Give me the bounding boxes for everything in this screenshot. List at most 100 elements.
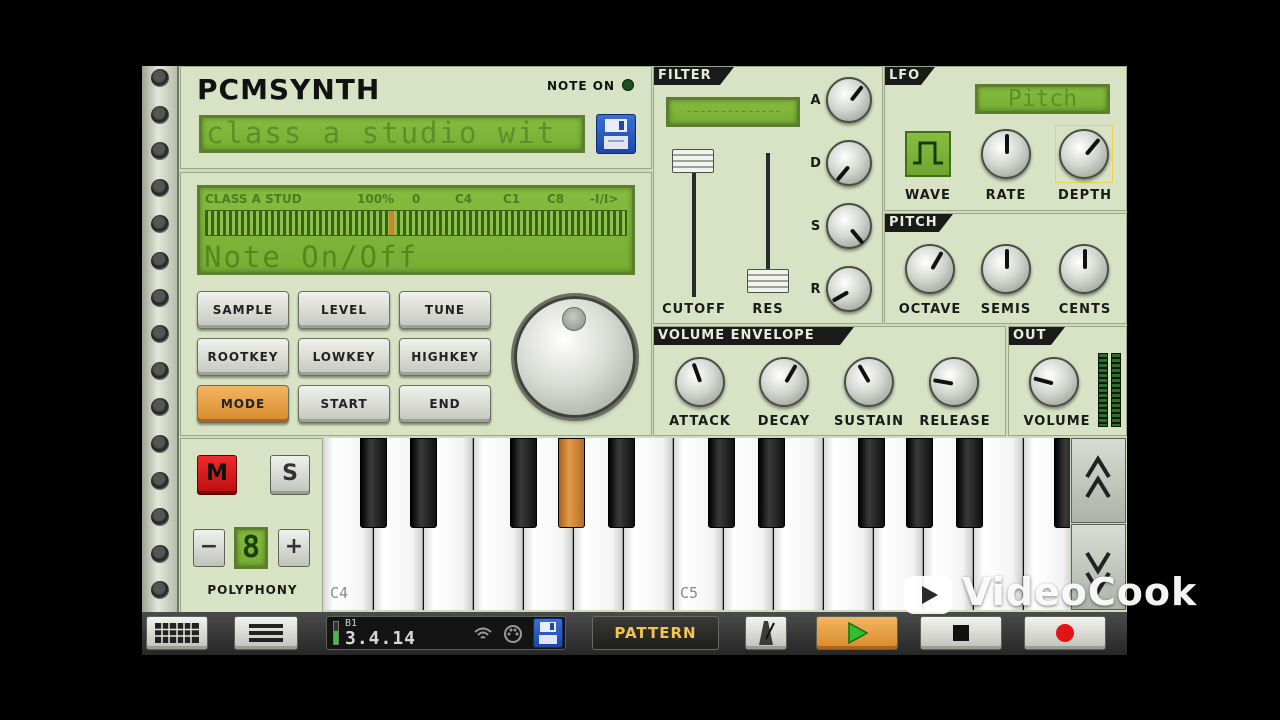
rail-rivet bbox=[151, 361, 169, 380]
minus-icon: − bbox=[199, 534, 219, 559]
black-key[interactable] bbox=[708, 438, 735, 528]
lfo-target-display[interactable]: Pitch bbox=[975, 84, 1110, 114]
floppy-disk-icon bbox=[539, 622, 557, 644]
rail-rivet bbox=[151, 435, 169, 453]
solo-label: S bbox=[282, 461, 298, 486]
filter-title: FILTER bbox=[654, 67, 734, 85]
black-key[interactable] bbox=[360, 438, 387, 528]
display-rootkey: C4 bbox=[455, 192, 473, 206]
filter-sustain-knob[interactable] bbox=[826, 203, 872, 249]
rail-rivet bbox=[151, 288, 169, 307]
rail-rivet bbox=[151, 252, 169, 270]
cents-knob[interactable] bbox=[1059, 244, 1109, 294]
filter-display-value: -------------- bbox=[685, 104, 782, 119]
mode-button[interactable]: MODE bbox=[197, 385, 289, 423]
sustain-knob[interactable] bbox=[844, 357, 894, 407]
metronome-icon bbox=[759, 621, 775, 645]
rootkey-button[interactable]: ROOTKEY bbox=[197, 338, 289, 376]
black-key[interactable] bbox=[858, 438, 885, 528]
release-knob[interactable] bbox=[929, 357, 979, 407]
volume-knob[interactable] bbox=[1029, 357, 1079, 407]
decay-label: DECAY bbox=[757, 414, 811, 429]
end-button[interactable]: END bbox=[399, 385, 491, 423]
lfo-rate-knob[interactable] bbox=[981, 129, 1031, 179]
mini-keyboard-strip[interactable] bbox=[205, 210, 627, 236]
main-menu-button[interactable] bbox=[234, 616, 298, 650]
floppy-disk-icon bbox=[604, 119, 628, 149]
plus-icon: + bbox=[284, 534, 304, 559]
play-icon bbox=[848, 621, 869, 645]
attack-label: ATTACK bbox=[669, 414, 731, 429]
polyphony-label: POLYPHONY bbox=[207, 583, 298, 597]
black-key[interactable] bbox=[410, 438, 437, 528]
app-logo: PCMSYNTH bbox=[197, 73, 381, 106]
out-title: OUT bbox=[1009, 327, 1065, 345]
black-key[interactable] bbox=[906, 438, 933, 528]
res-slider-handle[interactable] bbox=[747, 269, 789, 293]
tune-button[interactable]: TUNE bbox=[399, 291, 491, 329]
save-song-button[interactable] bbox=[533, 618, 563, 648]
rail-rivet bbox=[151, 325, 169, 344]
rail-rivet bbox=[151, 69, 169, 87]
stop-button[interactable] bbox=[920, 616, 1002, 650]
rail-rivet bbox=[151, 544, 169, 563]
lfo-wave-button[interactable] bbox=[905, 131, 951, 177]
mini-keyboard-marker bbox=[389, 211, 394, 235]
sample-button[interactable]: SAMPLE bbox=[197, 291, 289, 329]
black-key[interactable] bbox=[510, 438, 537, 528]
mute-button[interactable]: M bbox=[197, 455, 237, 495]
black-key[interactable] bbox=[608, 438, 635, 528]
lowkey-button[interactable]: LOWKEY bbox=[298, 338, 390, 376]
battery-icon bbox=[333, 621, 339, 645]
grid-icon bbox=[155, 623, 199, 643]
pitch-title: PITCH bbox=[885, 214, 953, 232]
record-button[interactable] bbox=[1024, 616, 1106, 650]
start-button[interactable]: START bbox=[298, 385, 390, 423]
data-entry-dial[interactable] bbox=[514, 296, 636, 418]
level-meter-right bbox=[1111, 353, 1121, 427]
save-preset-button[interactable] bbox=[596, 114, 636, 154]
record-icon bbox=[1056, 624, 1074, 642]
black-key[interactable] bbox=[758, 438, 785, 528]
polyphony-decrease-button[interactable]: − bbox=[193, 529, 225, 567]
lfo-rate-label: RATE bbox=[985, 188, 1027, 203]
sample-display: CLASS A STUD 100% 0 C4 C1 C8 -I/I> Note … bbox=[197, 185, 635, 275]
hamburger-menu-icon bbox=[249, 624, 283, 642]
volume-envelope-panel: VOLUME ENVELOPE ATTACK DECAY SUSTAIN REL… bbox=[653, 326, 1006, 436]
midi-icon bbox=[504, 625, 522, 643]
semis-knob[interactable] bbox=[981, 244, 1031, 294]
rail-rivet bbox=[151, 471, 169, 490]
semis-label: SEMIS bbox=[980, 302, 1032, 317]
rail-rivet bbox=[151, 508, 169, 527]
octave-knob[interactable] bbox=[905, 244, 955, 294]
metronome-button[interactable] bbox=[745, 616, 787, 650]
pattern-label: PATTERN bbox=[614, 624, 697, 642]
rail-rivet bbox=[151, 581, 169, 600]
octave-up-button[interactable] bbox=[1071, 438, 1126, 523]
pattern-button[interactable]: PATTERN bbox=[592, 616, 719, 650]
preset-name-display[interactable]: class a studio wit bbox=[199, 115, 585, 153]
octave-label: OCTAVE bbox=[898, 302, 962, 317]
level-button[interactable]: LEVEL bbox=[298, 291, 390, 329]
cutoff-slider-handle[interactable] bbox=[672, 149, 714, 173]
decay-knob[interactable] bbox=[759, 357, 809, 407]
lfo-depth-knob[interactable] bbox=[1059, 129, 1109, 179]
pitch-panel: PITCH OCTAVE SEMIS CENTS bbox=[884, 213, 1127, 324]
black-key-pressed[interactable] bbox=[558, 438, 585, 528]
double-chevron-up-icon bbox=[1085, 455, 1111, 499]
solo-button[interactable]: S bbox=[270, 455, 310, 495]
stop-icon bbox=[953, 625, 969, 641]
filter-release-knob[interactable] bbox=[826, 266, 872, 312]
attack-knob[interactable] bbox=[675, 357, 725, 407]
filter-attack-knob[interactable] bbox=[826, 77, 872, 123]
grid-menu-button[interactable] bbox=[146, 616, 208, 650]
black-key[interactable] bbox=[1054, 438, 1070, 528]
display-mode: -I/I> bbox=[590, 192, 619, 206]
lfo-title: LFO bbox=[885, 67, 935, 85]
polyphony-increase-button[interactable]: + bbox=[278, 529, 310, 567]
highkey-button[interactable]: HIGHKEY bbox=[399, 338, 491, 376]
cents-label: CENTS bbox=[1058, 302, 1112, 317]
black-key[interactable] bbox=[956, 438, 983, 528]
filter-decay-knob[interactable] bbox=[826, 140, 872, 186]
play-button[interactable] bbox=[816, 616, 898, 650]
